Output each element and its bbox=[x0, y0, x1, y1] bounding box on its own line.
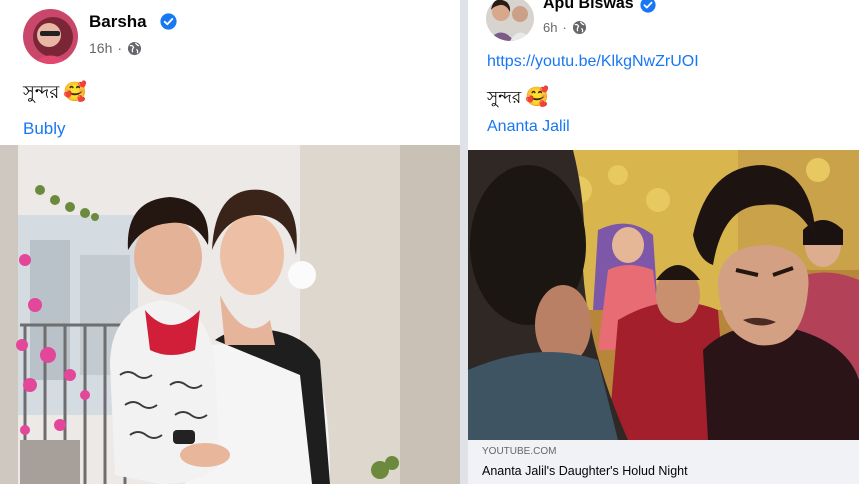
verified-badge-icon bbox=[640, 0, 656, 13]
video-preview-thumbnail[interactable] bbox=[468, 150, 859, 440]
emoji-smiling-hearts: 🥰 bbox=[525, 86, 549, 108]
globe-icon bbox=[127, 41, 142, 55]
avatar-apu-biswas[interactable] bbox=[486, 0, 534, 41]
verified-badge-icon bbox=[160, 13, 177, 30]
meta-dot: · bbox=[117, 40, 123, 56]
tag-ananta-jalil[interactable]: Ananta Jalil bbox=[487, 118, 570, 136]
post-text-body: সুন্দর bbox=[487, 88, 522, 108]
globe-icon bbox=[572, 20, 586, 35]
photo-holud-night bbox=[468, 150, 859, 440]
youtube-link[interactable]: https://youtu.be/KlkgNwZrUOI bbox=[487, 53, 699, 71]
post-photo[interactable] bbox=[0, 145, 460, 484]
post-text: সুন্দর 🥰 bbox=[487, 85, 549, 113]
post-meta: 6h · bbox=[543, 20, 587, 35]
avatar-barsha[interactable] bbox=[23, 9, 78, 64]
post-time[interactable]: 16h bbox=[89, 40, 112, 56]
post-barsha: Barsha 16h · সুন্দর 🥰 Bubly bbox=[0, 0, 460, 484]
post-apu-biswas: Apu Biswas 6h · https://youtu.be/KlkgNwZ… bbox=[468, 0, 859, 484]
post-text-body: সুন্দর bbox=[23, 82, 60, 103]
preview-domain: YOUTUBE.COM bbox=[482, 446, 557, 457]
post-meta: 16h · bbox=[89, 40, 142, 56]
preview-title[interactable]: Ananta Jalil's Daughter's Holud Night bbox=[482, 464, 688, 478]
video-preview-footer[interactable]: YOUTUBE.COM Ananta Jalil's Daughter's Ho… bbox=[468, 440, 859, 484]
photo-mother-and-child bbox=[0, 145, 460, 484]
post-time[interactable]: 6h bbox=[543, 20, 557, 35]
tag-bubly[interactable]: Bubly bbox=[23, 119, 66, 139]
emoji-smiling-hearts: 🥰 bbox=[63, 81, 87, 103]
author-name[interactable]: Barsha bbox=[89, 12, 147, 32]
meta-dot: · bbox=[562, 20, 567, 35]
post-text: সুন্দর 🥰 bbox=[23, 78, 87, 109]
author-name[interactable]: Apu Biswas bbox=[543, 0, 634, 13]
